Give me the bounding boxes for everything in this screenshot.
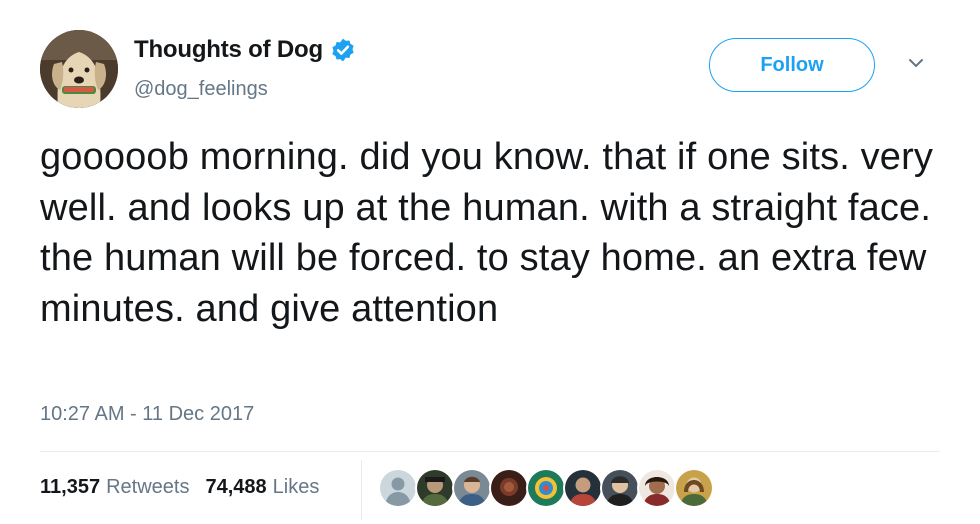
user-avatar-icon xyxy=(602,470,638,506)
likers-avatars xyxy=(378,468,714,508)
tweet-header: Thoughts of Dog @dog_feelings Follow xyxy=(40,30,940,110)
follow-button[interactable]: Follow xyxy=(709,38,875,92)
user-handle[interactable]: @dog_feelings xyxy=(134,78,268,101)
verified-badge-icon xyxy=(332,38,354,62)
stats-divider xyxy=(361,460,362,520)
tweet-text: gooooob morning. did you know. that if o… xyxy=(40,136,934,330)
user-avatar-icon xyxy=(565,470,601,506)
user-avatar-icon xyxy=(676,470,712,506)
user-avatar-icon xyxy=(639,470,675,506)
liker-avatar[interactable] xyxy=(452,468,492,508)
retweets-label: Retweets xyxy=(106,476,190,498)
tweet-stats: 11,357 Retweets 74,488 Likes xyxy=(40,476,319,499)
user-avatar-icon xyxy=(417,470,453,506)
retweets-count: 11,357 xyxy=(40,476,101,498)
retweets-stat[interactable]: 11,357 Retweets xyxy=(40,476,189,499)
user-avatar-icon xyxy=(491,470,527,506)
user-avatar-icon xyxy=(454,470,490,506)
liker-avatar[interactable] xyxy=(600,468,640,508)
profile-avatar[interactable] xyxy=(40,30,118,108)
user-avatar-icon xyxy=(528,470,564,506)
divider xyxy=(40,451,940,452)
liker-avatar[interactable] xyxy=(526,468,566,508)
name-row: Thoughts of Dog xyxy=(134,36,356,64)
liker-avatar[interactable] xyxy=(415,468,455,508)
dog-photo-icon xyxy=(40,30,118,108)
likes-stat[interactable]: 74,488 Likes xyxy=(205,476,319,499)
likes-label: Likes xyxy=(272,476,320,498)
tweet-timestamp[interactable]: 10:27 AM - 11 Dec 2017 xyxy=(40,403,254,426)
likes-count: 74,488 xyxy=(205,476,267,498)
liker-avatar[interactable] xyxy=(378,468,418,508)
liker-avatar[interactable] xyxy=(637,468,677,508)
display-name[interactable]: Thoughts of Dog xyxy=(134,36,323,64)
default-avatar-icon xyxy=(380,470,416,506)
liker-avatar[interactable] xyxy=(674,468,714,508)
chevron-down-icon[interactable] xyxy=(906,56,926,70)
liker-avatar[interactable] xyxy=(563,468,603,508)
liker-avatar[interactable] xyxy=(489,468,529,508)
